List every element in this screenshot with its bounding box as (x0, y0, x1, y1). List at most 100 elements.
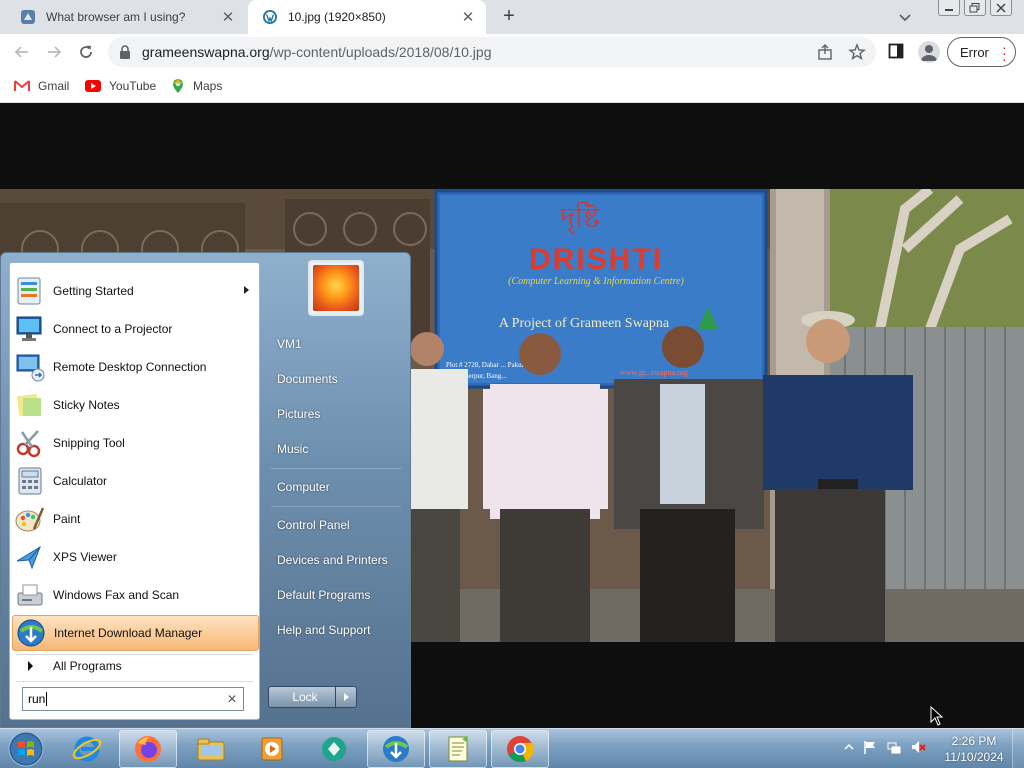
tab-search-chevron-icon[interactable] (896, 8, 914, 26)
right-item-computer[interactable]: Computer (269, 473, 403, 501)
bookmark-star-icon[interactable] (848, 43, 866, 61)
program-label: XPS Viewer (53, 550, 117, 564)
right-item-devices-printers[interactable]: Devices and Printers (269, 546, 403, 574)
side-panel-icon[interactable] (888, 43, 904, 59)
right-item-music[interactable]: Music (269, 435, 403, 463)
getting-started-icon (17, 277, 41, 305)
paint-icon (15, 507, 45, 532)
taskbar-media-player[interactable] (243, 730, 301, 768)
youtube-icon (85, 80, 101, 92)
program-remote-desktop[interactable]: Remote Desktop Connection (12, 349, 259, 385)
restore-button[interactable] (964, 0, 986, 16)
program-xps-viewer[interactable]: XPS Viewer (12, 539, 259, 575)
program-calculator[interactable]: Calculator (12, 463, 259, 499)
bookmark-label: Gmail (38, 79, 70, 93)
right-item-user-folder[interactable]: VM1 (269, 330, 403, 358)
right-item-pictures[interactable]: Pictures (269, 400, 403, 428)
show-hidden-icons-icon[interactable] (844, 742, 854, 752)
close-window-button[interactable] (990, 0, 1012, 16)
program-paint[interactable]: Paint (12, 501, 259, 537)
user-picture[interactable] (308, 260, 364, 316)
text-caret (46, 692, 48, 706)
bookmark-gmail[interactable]: Gmail (14, 76, 69, 96)
volume-muted-icon[interactable] (910, 739, 926, 755)
taskbar: 2:26 PM 11/10/2024 (0, 728, 1024, 768)
address-bar[interactable]: grameenswapna.org/wp-content/uploads/201… (108, 37, 876, 67)
tab-title: What browser am I using? (46, 10, 186, 24)
arrow-right-icon (343, 693, 349, 701)
program-snipping-tool[interactable]: Snipping Tool (12, 425, 259, 461)
share-icon[interactable] (816, 43, 834, 61)
profile-avatar[interactable] (918, 41, 940, 63)
minimize-button[interactable] (938, 0, 960, 16)
right-item-documents[interactable]: Documents (269, 365, 403, 393)
clear-search-icon[interactable]: ✕ (227, 692, 237, 706)
taskbar-firefox[interactable] (119, 730, 177, 768)
tab-strip: What browser am I using? ✕ 10.jpg (1920×… (0, 0, 1024, 34)
search-input-value: run (28, 692, 46, 706)
url-text[interactable]: grameenswapna.org/wp-content/uploads/201… (142, 44, 491, 60)
program-connect-projector[interactable]: Connect to a Projector (12, 311, 259, 347)
lock-button[interactable]: Lock (268, 686, 342, 708)
calculator-icon (18, 467, 42, 495)
fax-scan-icon (17, 584, 43, 606)
reload-button[interactable] (74, 40, 98, 64)
all-programs-button[interactable]: All Programs (12, 652, 259, 680)
chrome-icon (507, 736, 534, 763)
network-icon[interactable] (886, 739, 902, 755)
maps-icon (173, 79, 183, 93)
kebab-menu-icon: · · · (1002, 39, 1007, 67)
person-1 (408, 332, 468, 642)
action-center-flag-icon[interactable] (862, 739, 878, 755)
back-button[interactable] (10, 40, 34, 64)
divider (271, 506, 401, 507)
program-label: Paint (53, 512, 81, 526)
taskbar-app[interactable] (305, 730, 363, 768)
snipping-tool-icon (16, 430, 41, 458)
program-sticky-notes[interactable]: Sticky Notes (12, 387, 259, 423)
start-orb-button[interactable] (6, 730, 46, 768)
start-search-input[interactable]: run ✕ (22, 687, 244, 711)
right-item-control-panel[interactable]: Control Panel (269, 511, 403, 539)
bookmarks-bar: Gmail YouTube Maps (0, 70, 1024, 103)
taskbar-notepad[interactable] (429, 730, 487, 768)
back-arrow-icon (14, 46, 28, 58)
program-getting-started[interactable]: Getting Started (12, 273, 259, 309)
reload-icon (80, 45, 92, 58)
new-tab-button[interactable]: + (498, 6, 520, 28)
lock-icon[interactable] (118, 44, 132, 60)
system-tray (844, 739, 926, 755)
program-label: Sticky Notes (53, 398, 120, 412)
restore-icon (969, 2, 980, 12)
close-tab-icon[interactable]: ✕ (460, 8, 476, 26)
taskbar-idm[interactable] (367, 730, 425, 768)
start-menu-programs-pane: Getting Started Connect to a Projector R… (9, 262, 260, 720)
taskbar-chrome[interactable] (491, 730, 549, 768)
bookmark-maps[interactable]: Maps (171, 76, 222, 96)
media-player-icon (261, 737, 283, 761)
right-item-help-support[interactable]: Help and Support (269, 616, 403, 644)
tab-what-browser[interactable]: What browser am I using? ✕ (6, 0, 246, 34)
taskbar-internet-explorer[interactable] (58, 730, 116, 768)
shutdown-options-button[interactable] (335, 686, 357, 708)
gmail-icon (14, 80, 30, 91)
show-desktop-button[interactable] (1012, 729, 1024, 768)
forward-button[interactable] (42, 40, 66, 64)
program-label: Remote Desktop Connection (53, 360, 207, 374)
close-tab-icon[interactable]: ✕ (220, 8, 236, 26)
program-internet-download-manager[interactable]: Internet Download Manager (12, 615, 259, 651)
flower-avatar-icon (313, 265, 359, 311)
notepad-icon (448, 736, 468, 762)
all-programs-arrow-icon (28, 661, 33, 671)
taskbar-explorer[interactable] (182, 730, 240, 768)
bookmark-youtube[interactable]: YouTube (85, 76, 156, 96)
sticky-notes-icon (16, 393, 41, 417)
program-fax-scan[interactable]: Windows Fax and Scan (12, 577, 259, 613)
sign-website-text: www.gr...swapna.org (620, 368, 688, 377)
right-item-default-programs[interactable]: Default Programs (269, 581, 403, 609)
sign-title-text: DRISHTI (529, 243, 663, 276)
error-menu-button[interactable]: Error · · · (947, 37, 1016, 67)
firefox-icon (135, 736, 161, 762)
tab-image[interactable]: 10.jpg (1920×850) ✕ (248, 0, 486, 34)
clock[interactable]: 2:26 PM 11/10/2024 (938, 733, 1010, 765)
